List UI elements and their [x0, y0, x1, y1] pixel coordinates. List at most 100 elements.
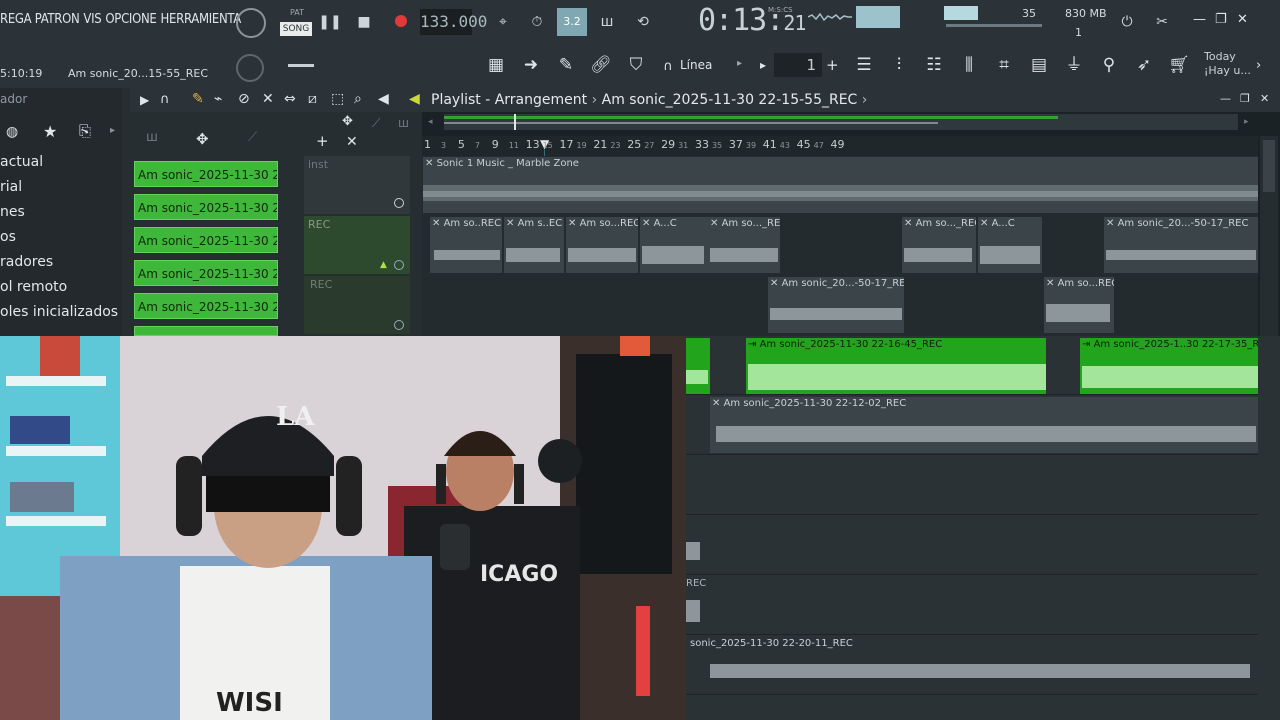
browser-icon[interactable]: ⌗: [992, 53, 1016, 77]
record-icon[interactable]: [395, 15, 407, 27]
track-arrow-icon[interactable]: ▲: [380, 260, 387, 270]
step-sequencer-icon[interactable]: ⫶: [887, 53, 911, 77]
add-track-icon[interactable]: +: [316, 132, 329, 150]
playlist-minimize-icon[interactable]: —: [1220, 92, 1231, 105]
master-pitch-slider[interactable]: [288, 64, 314, 67]
add-pattern-icon[interactable]: +: [826, 56, 839, 74]
performance-icon[interactable]: ⚲: [1097, 53, 1121, 77]
channel-button[interactable]: Am sonic_2025-11-30 2...: [134, 227, 278, 253]
browser-item[interactable]: actual: [0, 154, 43, 170]
close-icon[interactable]: ✕: [1237, 12, 1248, 27]
snap-chevron-icon[interactable]: ▸: [737, 58, 742, 69]
blend-notes-icon[interactable]: ш: [594, 10, 620, 34]
browser-item[interactable]: nes: [0, 204, 25, 220]
playlist-speaker-icon[interactable]: ◀: [409, 91, 420, 107]
plugin-icon[interactable]: ⏚: [1062, 53, 1086, 77]
master-volume-knob[interactable]: [236, 8, 266, 38]
hint-bird-icon[interactable]: ➶: [1132, 53, 1156, 77]
track-record-toggle[interactable]: [394, 198, 404, 208]
playlist-mute-icon[interactable]: ✕: [262, 91, 274, 107]
channel-rack-icon[interactable]: ☷: [922, 53, 946, 77]
magnet-icon[interactable]: ∩: [656, 55, 680, 79]
track-record-toggle[interactable]: [394, 260, 404, 270]
file-icon[interactable]: ▤: [1027, 53, 1051, 77]
channel-button[interactable]: Am sonic_2025-11-30 2...: [134, 194, 278, 220]
arrow-right-icon[interactable]: ➜: [519, 53, 543, 77]
browser-item[interactable]: ol remoto: [0, 279, 67, 295]
pattern-mode-label[interactable]: PAT: [282, 8, 312, 20]
picker-audio-icon[interactable]: ✥: [196, 130, 209, 148]
track-header-inst[interactable]: inst: [304, 156, 410, 214]
menu-item-file[interactable]: REGA PATRON: [0, 12, 80, 27]
shop-icon[interactable]: 🛒︎: [1167, 53, 1191, 77]
news-panel[interactable]: Today ¡Hay u...: [1204, 50, 1251, 78]
pattern-selector[interactable]: 1: [774, 53, 822, 77]
channel-button[interactable]: Am sonic_2025-11-30 2...: [134, 260, 278, 286]
menu-item-view[interactable]: VIS: [83, 12, 101, 27]
step-edit-icon[interactable]: 3.2: [557, 8, 587, 36]
playlist-slip-icon[interactable]: ⇔: [284, 91, 296, 107]
menu-item-options[interactable]: OPCIONE: [105, 12, 156, 27]
mixer-icon[interactable]: ⫼: [957, 53, 981, 77]
star-icon[interactable]: ★: [43, 122, 57, 141]
playlist-zoom-icon[interactable]: ⌕: [354, 91, 362, 107]
link-icon[interactable]: 🔗︎: [589, 53, 613, 77]
piano-roll-icon[interactable]: ▦: [484, 53, 508, 77]
playlist-vertical-scrollbar[interactable]: [1260, 136, 1278, 336]
pitch-knob[interactable]: [236, 54, 264, 82]
cut-icon[interactable]: ✂: [1150, 10, 1174, 34]
playlist-close-icon[interactable]: ✕: [1260, 92, 1269, 105]
playlist-paint-icon[interactable]: ⌁: [214, 91, 222, 107]
remove-track-icon[interactable]: ✕: [346, 134, 358, 150]
browser-item[interactable]: os: [0, 229, 16, 245]
channel-button[interactable]: Am sonic_2025-11-30 2...: [134, 161, 278, 187]
power-icon[interactable]: ⏻: [1115, 10, 1139, 34]
link-tool-icon[interactable]: ⟋: [372, 116, 380, 131]
snap-selector[interactable]: Línea: [680, 58, 712, 72]
scroll-left-icon[interactable]: ◂: [428, 117, 433, 127]
browser-expand-icon[interactable]: ▸: [110, 125, 115, 136]
track-header-rec[interactable]: REC ▲: [304, 216, 410, 274]
playlist-menu-arrow-icon[interactable]: ▶: [140, 93, 149, 107]
countdown-icon[interactable]: ⏱: [524, 10, 550, 34]
pencil-icon[interactable]: ✎: [554, 53, 578, 77]
metronome-icon[interactable]: ⌖: [490, 10, 516, 34]
playlist-icon[interactable]: ☰: [852, 53, 876, 77]
loop-record-icon[interactable]: ⟲: [630, 10, 656, 34]
audio-clip[interactable]: ✕ Sonic 1 Music _ Marble Zone: [423, 157, 1258, 213]
picker-automation-icon[interactable]: ⟋: [248, 130, 257, 145]
pattern-prev-icon[interactable]: ▸: [760, 58, 766, 72]
playlist-select-icon[interactable]: ⬚: [331, 91, 344, 107]
track-record-toggle[interactable]: [394, 320, 404, 330]
playlist-restore-icon[interactable]: ❐: [1240, 92, 1250, 105]
picker-pattern-icon[interactable]: ш: [146, 130, 158, 145]
tempo-display[interactable]: 133.000: [420, 9, 487, 35]
menu-item-tools[interactable]: HERRAMIENTA: [161, 12, 242, 27]
news-chevron-icon[interactable]: ›: [1256, 58, 1261, 73]
browser-item[interactable]: radores: [0, 254, 53, 270]
playlist-delete-icon[interactable]: ⊘: [238, 91, 250, 107]
playlist-playback-icon[interactable]: ◀: [378, 91, 389, 107]
play-icon[interactable]: ❚❚: [318, 10, 342, 34]
minimize-icon[interactable]: —: [1193, 12, 1206, 27]
scroll-right-icon[interactable]: ▸: [1244, 117, 1249, 127]
channel-button-partial[interactable]: [134, 326, 278, 336]
stop-icon[interactable]: ■: [352, 10, 376, 34]
folder-add-icon[interactable]: ⎘: [79, 122, 91, 140]
ruler-label-minor: 35: [711, 141, 723, 150]
playlist-pencil-icon[interactable]: ✎: [192, 91, 204, 107]
track-mode-icon[interactable]: ш: [398, 116, 409, 130]
browser-item[interactable]: rial: [0, 179, 22, 195]
channel-button[interactable]: Am sonic_2025-11-30 2...: [134, 293, 278, 319]
browser-item[interactable]: oles inicializados: [0, 304, 118, 320]
stamp-icon[interactable]: ⛉: [624, 53, 648, 77]
clip-label: ✕ Am so...REC: [568, 218, 638, 229]
restore-icon[interactable]: ❐: [1215, 12, 1227, 27]
playlist-slice-icon[interactable]: ⧄: [308, 91, 317, 107]
playlist-overview-scrollbar[interactable]: [444, 114, 1238, 130]
track-header-rec-2[interactable]: REC: [304, 276, 410, 334]
song-mode-button[interactable]: SONG: [280, 22, 312, 36]
move-tool-icon[interactable]: ✥: [342, 114, 353, 129]
playlist-magnet-icon[interactable]: ∩: [160, 92, 170, 107]
globe-icon[interactable]: ◍: [6, 124, 18, 140]
